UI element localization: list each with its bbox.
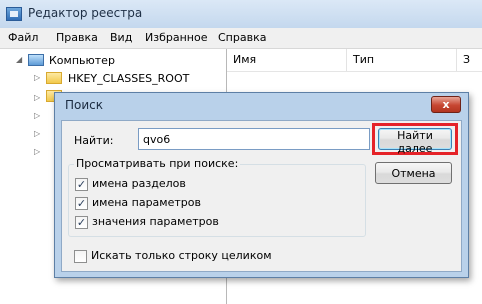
window-title: Редактор реестра	[28, 6, 143, 20]
option-label: имена разделов	[92, 177, 186, 190]
menu-file[interactable]: Файл	[8, 31, 38, 44]
menu-view[interactable]: Вид	[110, 31, 132, 44]
collapsed-arrow-icon[interactable]: ▷	[34, 129, 40, 138]
title-bar: Редактор реестра	[0, 0, 482, 28]
collapsed-arrow-icon[interactable]: ▷	[34, 111, 40, 120]
collapsed-arrow-icon[interactable]: ▷	[34, 147, 40, 156]
registry-editor-icon	[6, 7, 22, 21]
column-header-type[interactable]: Тип	[347, 49, 457, 71]
close-icon[interactable]: x	[431, 96, 461, 113]
expanded-arrow-icon[interactable]: ◢	[16, 55, 22, 64]
values-checkbox[interactable]: ✓	[75, 197, 88, 210]
dialog-title: Поиск	[65, 98, 104, 112]
look-at-group: Просматривать при поиске: ✓ имена раздел…	[68, 157, 366, 237]
column-header-name[interactable]: Имя	[227, 49, 347, 71]
tree-item-label: HKEY_CLASSES_ROOT	[68, 72, 190, 85]
tree-item-hkey-classes-root[interactable]: ▷ HKEY_CLASSES_ROOT	[0, 70, 226, 88]
computer-icon	[28, 54, 44, 66]
menu-edit[interactable]: Правка	[56, 31, 98, 44]
whole-string-checkbox[interactable]	[74, 250, 87, 263]
look-at-label: Просматривать при поиске:	[74, 157, 241, 170]
menu-favorites[interactable]: Избранное	[145, 31, 207, 44]
menu-bar: Файл Правка Вид Избранное Справка	[0, 28, 482, 49]
highlight-frame: Найти далее	[372, 123, 458, 155]
find-next-button[interactable]: Найти далее	[378, 128, 452, 155]
header-divider	[227, 71, 482, 72]
collapsed-arrow-icon[interactable]: ▷	[34, 93, 40, 102]
column-header-value[interactable]: З	[457, 49, 482, 71]
find-label: Найти:	[74, 134, 114, 147]
find-dialog: Поиск x Найти: Найти далее Отмена Просма…	[54, 92, 469, 278]
collapsed-arrow-icon[interactable]: ▷	[34, 73, 40, 82]
option-label: имена параметров	[92, 196, 201, 209]
find-input[interactable]	[138, 128, 370, 150]
tree-item-label: Компьютер	[49, 54, 115, 67]
tree-item-computer[interactable]: ◢ Компьютер	[0, 52, 226, 70]
keys-checkbox[interactable]: ✓	[75, 178, 88, 191]
menu-help[interactable]: Справка	[218, 31, 266, 44]
option-label: значения параметров	[92, 215, 219, 228]
option-label: Искать только строку целиком	[91, 249, 272, 262]
dialog-body: Найти: Найти далее Отмена Просматривать …	[61, 120, 462, 272]
cancel-button[interactable]: Отмена	[375, 162, 452, 184]
folder-icon	[46, 72, 62, 84]
data-checkbox[interactable]: ✓	[75, 216, 88, 229]
